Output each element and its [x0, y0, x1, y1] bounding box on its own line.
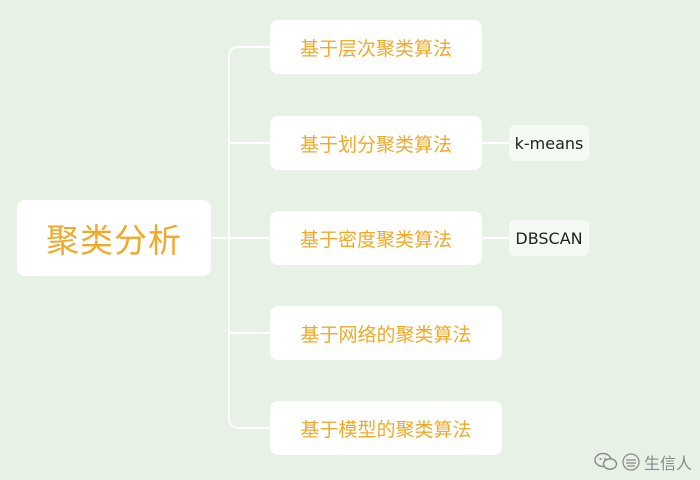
- watermark: 生信人: [594, 450, 692, 474]
- logo-mark-icon: [622, 453, 640, 471]
- leaf-dbscan: DBSCAN: [509, 220, 589, 256]
- branch-density: 基于密度聚类算法: [270, 211, 482, 265]
- root-node: 聚类分析: [17, 200, 211, 276]
- branch-label-hierarchical: 基于层次聚类算法: [299, 37, 452, 60]
- branch-grid: 基于网络的聚类算法: [270, 306, 502, 360]
- watermark-text: 生信人: [643, 454, 692, 473]
- branch-model: 基于模型的聚类算法: [270, 401, 502, 455]
- branch-partitioning: 基于划分聚类算法: [270, 116, 482, 170]
- branch-label-partitioning: 基于划分聚类算法: [299, 133, 452, 156]
- branch-label-model: 基于模型的聚类算法: [300, 418, 472, 441]
- root-label: 聚类分析: [46, 221, 182, 260]
- branch-hierarchical: 基于层次聚类算法: [270, 20, 482, 74]
- branch-label-density: 基于密度聚类算法: [299, 228, 452, 251]
- leaf-kmeans: k-means: [509, 125, 589, 161]
- leaf-label-dbscan: DBSCAN: [515, 228, 583, 248]
- branch-label-grid: 基于网络的聚类算法: [300, 323, 472, 346]
- chat-bubble-icon: [594, 452, 618, 472]
- leaf-label-kmeans: k-means: [514, 133, 584, 153]
